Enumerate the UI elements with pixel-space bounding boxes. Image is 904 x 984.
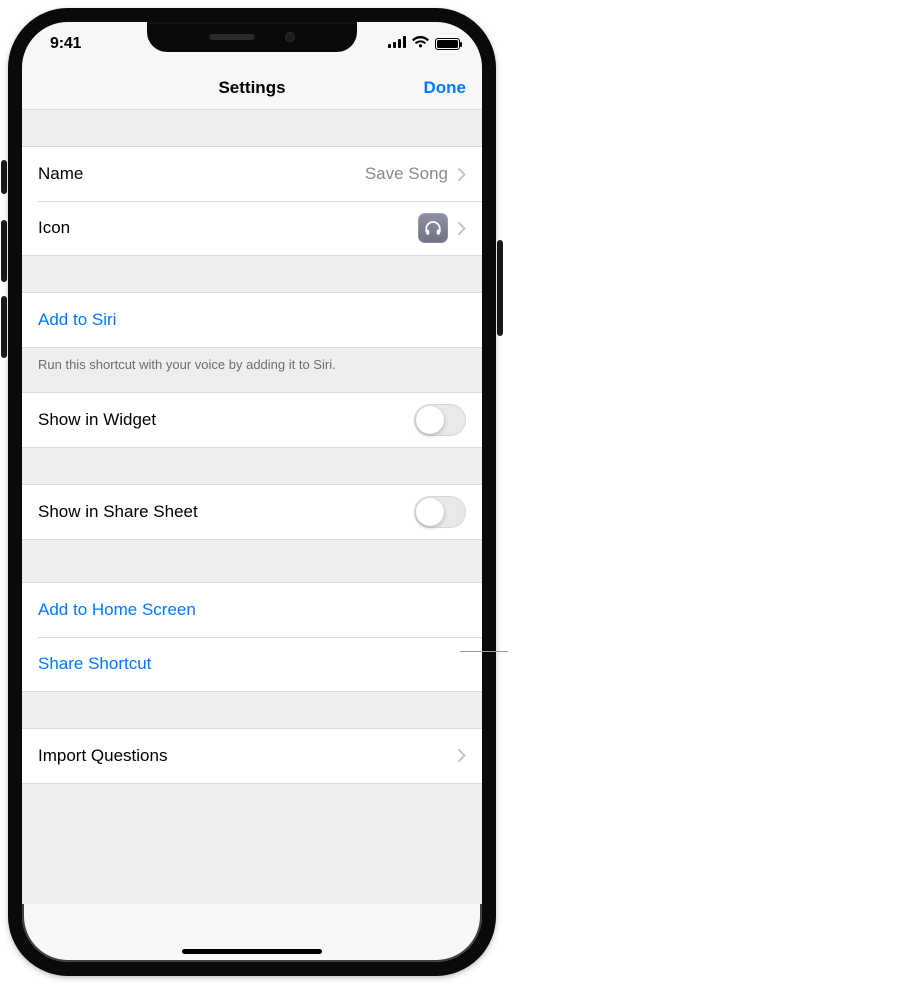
row-name-value: Save Song: [365, 164, 448, 184]
wifi-icon: [412, 35, 429, 53]
group-basic: Name Save Song Icon: [22, 146, 482, 256]
row-share-shortcut[interactable]: Share Shortcut: [22, 637, 482, 691]
row-add-to-siri[interactable]: Add to Siri: [22, 293, 482, 347]
chevron-right-icon: [458, 168, 466, 181]
done-button[interactable]: Done: [424, 66, 467, 109]
group-widget: Show in Widget: [22, 392, 482, 448]
front-camera: [285, 32, 295, 42]
side-button-power: [497, 240, 503, 336]
widget-toggle[interactable]: [414, 404, 466, 436]
row-import-questions-label: Import Questions: [38, 746, 167, 766]
chevron-right-icon: [458, 222, 466, 235]
row-show-in-widget: Show in Widget: [22, 393, 482, 447]
navigation-bar: Settings Done: [22, 66, 482, 110]
side-button-volume-down: [1, 296, 7, 358]
status-time: 9:41: [50, 35, 81, 53]
group-import: Import Questions: [22, 728, 482, 784]
row-add-to-siri-label: Add to Siri: [38, 310, 116, 330]
row-icon-label: Icon: [38, 218, 70, 238]
row-show-in-widget-label: Show in Widget: [38, 410, 156, 430]
row-name-label: Name: [38, 164, 83, 184]
side-button-volume-up: [1, 220, 7, 282]
settings-content: Name Save Song Icon: [22, 110, 482, 904]
side-button-silent: [1, 160, 7, 194]
notch: [147, 22, 357, 52]
group-siri: Add to Siri: [22, 292, 482, 348]
row-name[interactable]: Name Save Song: [22, 147, 482, 201]
row-show-in-share-sheet: Show in Share Sheet: [22, 485, 482, 539]
siri-footer: Run this shortcut with your voice by add…: [22, 348, 482, 374]
row-import-questions[interactable]: Import Questions: [22, 729, 482, 783]
home-indicator[interactable]: [182, 949, 322, 954]
row-add-to-home-screen[interactable]: Add to Home Screen: [22, 583, 482, 637]
share-sheet-toggle[interactable]: [414, 496, 466, 528]
row-share-shortcut-label: Share Shortcut: [38, 654, 151, 674]
group-actions: Add to Home Screen Share Shortcut: [22, 582, 482, 692]
row-show-in-share-sheet-label: Show in Share Sheet: [38, 502, 198, 522]
group-share-sheet: Show in Share Sheet: [22, 484, 482, 540]
chevron-right-icon: [458, 749, 466, 762]
cellular-icon: [388, 35, 406, 53]
row-add-to-home-screen-label: Add to Home Screen: [38, 600, 196, 620]
page-title: Settings: [218, 78, 285, 98]
row-icon[interactable]: Icon: [22, 201, 482, 255]
battery-icon: [435, 38, 460, 50]
headphones-icon: [418, 213, 448, 243]
callout-line: [460, 651, 508, 652]
phone-frame: 9:41 Settings Done Name Save Song: [8, 8, 496, 976]
speaker-grille: [209, 34, 255, 40]
